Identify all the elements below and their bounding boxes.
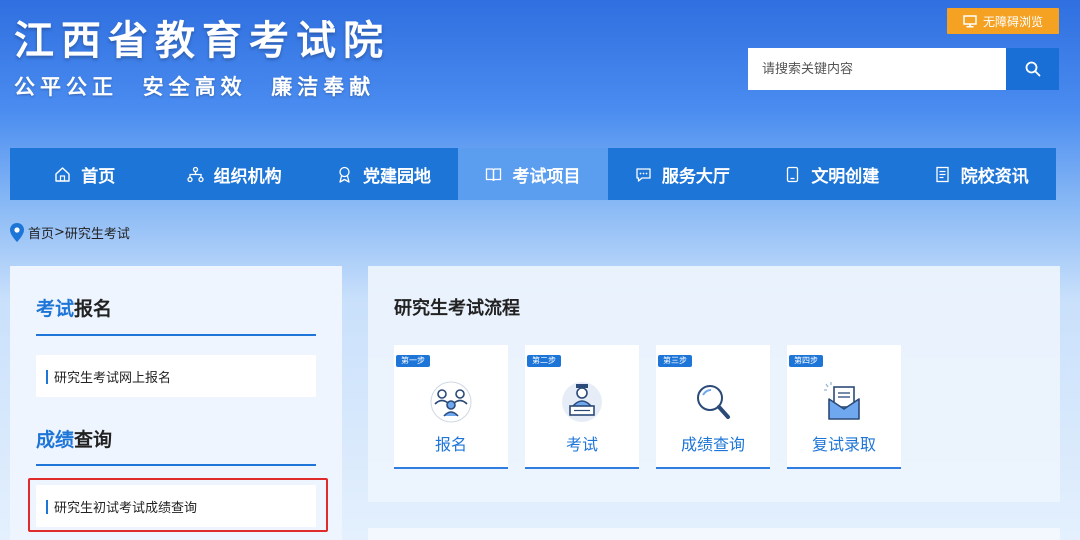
heading-rest: 查询: [74, 429, 113, 451]
org-chart-icon: [186, 166, 204, 182]
main-nav: 首页 组织机构 党建园地 考试项目 服务大厅 文明创建 院校资讯: [10, 148, 1056, 200]
chat-icon: [636, 167, 651, 182]
home-icon: [55, 166, 70, 182]
book-icon: [486, 167, 502, 181]
sidebar: 考试报名 研究生考试网上报名 成绩查询 研究生初试考试成绩查询: [10, 266, 342, 540]
step-card-exam[interactable]: 第二步 考试: [525, 345, 639, 469]
nav-item-label: 党建园地: [363, 166, 432, 187]
breadcrumb-current: 研究生考试: [64, 227, 130, 242]
nav-item-label: 文明创建: [811, 166, 880, 187]
process-panel: 研究生考试流程 第一步 报名 第二步 考试 第三步 成绩查询 第四步 复试录取: [368, 266, 1060, 502]
section-divider: [36, 464, 316, 466]
breadcrumb-separator: >: [54, 225, 65, 240]
heading-accent: 考试: [36, 298, 75, 320]
step-label: 成绩查询: [680, 435, 745, 454]
step-label: 考试: [565, 435, 598, 454]
step-card-admission[interactable]: 第四步 复试录取: [787, 345, 901, 469]
step-tag: 第三步: [658, 355, 692, 367]
section-heading-registration: 考试报名: [36, 294, 112, 321]
monitor-icon: [963, 14, 977, 27]
nav-item-home[interactable]: 首页: [10, 148, 159, 200]
breadcrumb: 首页 > 研究生考试: [10, 223, 130, 242]
nav-item-label: 院校资讯: [960, 166, 1029, 187]
search-icon: [1025, 61, 1040, 77]
accessibility-button[interactable]: 无障碍浏览: [947, 8, 1059, 34]
step-label: 报名: [434, 435, 467, 454]
section-divider: [36, 334, 316, 336]
step-label: 复试录取: [811, 435, 876, 454]
step-card-registration[interactable]: 第一步 报名: [394, 345, 508, 469]
nav-item-label: 考试项目: [512, 166, 581, 187]
sidebar-link-online-registration[interactable]: 研究生考试网上报名: [36, 355, 316, 397]
nav-item-label: 服务大厅: [661, 166, 730, 187]
site-slogan: 公平公正 安全高效 廉洁奉献: [14, 75, 376, 99]
nav-item-school-news[interactable]: 院校资讯: [907, 148, 1056, 200]
nav-item-party-building[interactable]: 党建园地: [309, 148, 458, 200]
document-icon: [936, 166, 949, 182]
nav-item-exam-projects[interactable]: 考试项目: [458, 148, 608, 200]
highlight-box: [28, 478, 328, 532]
section-heading-score-query: 成绩查询: [36, 425, 112, 452]
step-tag: 第二步: [527, 355, 561, 367]
heading-rest: 报名: [74, 298, 113, 320]
nav-item-label: 组织机构: [213, 166, 282, 187]
people-group-icon: [430, 381, 472, 423]
nav-item-organization[interactable]: 组织机构: [159, 148, 308, 200]
accessibility-label: 无障碍浏览: [982, 14, 1043, 29]
search-button[interactable]: [1006, 48, 1059, 90]
breadcrumb-home-link[interactable]: 首页: [28, 223, 54, 242]
step-tag: 第四步: [789, 355, 823, 367]
nav-item-label: 首页: [81, 166, 116, 187]
search-input[interactable]: [748, 48, 1006, 90]
panel-title: 研究生考试流程: [394, 298, 520, 319]
nav-item-service-hall[interactable]: 服务大厅: [608, 148, 757, 200]
heading-accent: 成绩: [36, 429, 75, 451]
next-panel: [368, 528, 1060, 540]
site-title: 江西省教育考试院: [14, 18, 390, 64]
tablet-icon: [787, 166, 799, 182]
location-pin-icon: [10, 223, 24, 242]
exam-candidate-icon: [562, 382, 602, 422]
badge-icon: [339, 166, 350, 183]
step-card-score-query[interactable]: 第三步 成绩查询: [656, 345, 770, 469]
envelope-letter-icon: [824, 382, 860, 420]
magnifier-icon: [697, 385, 730, 419]
step-tag: 第一步: [396, 355, 430, 367]
nav-item-civilization[interactable]: 文明创建: [757, 148, 906, 200]
